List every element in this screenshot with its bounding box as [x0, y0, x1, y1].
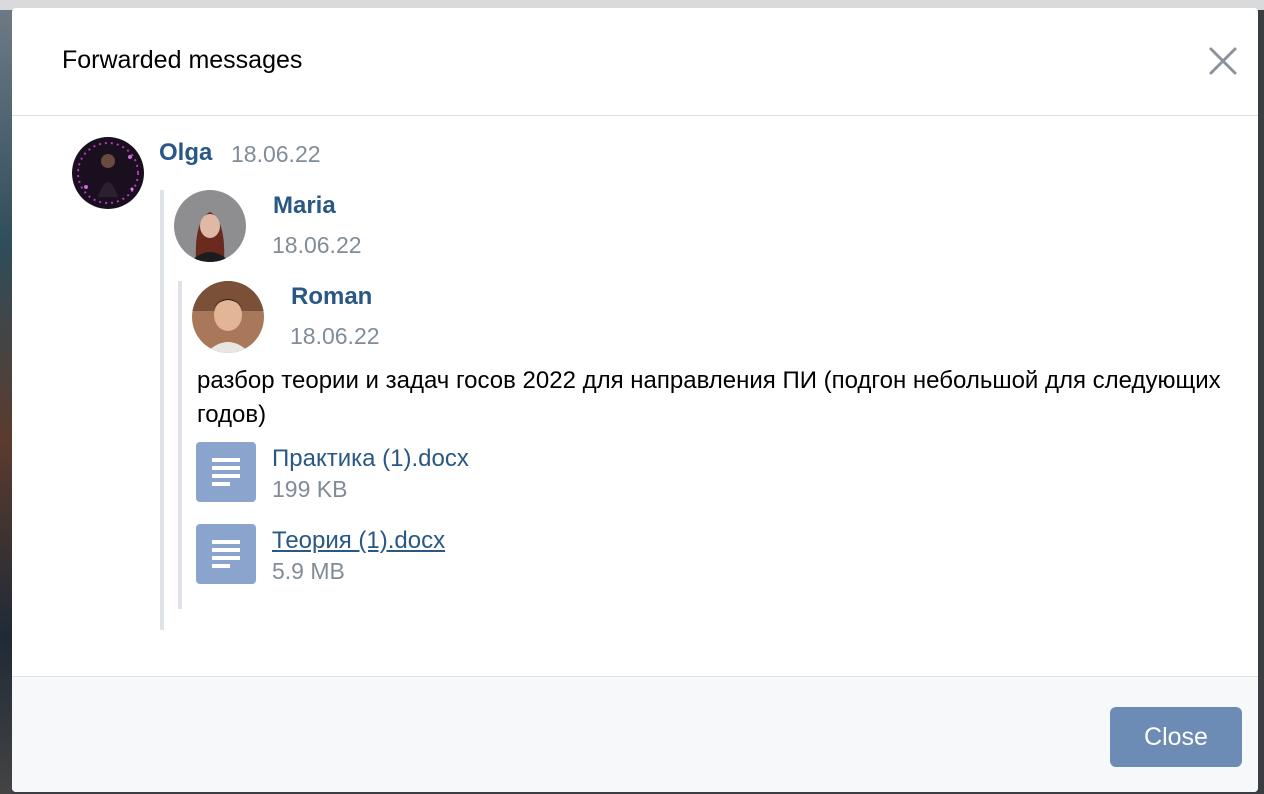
dialog-header: Forwarded messages: [12, 8, 1258, 116]
message-date: 18.06.22: [231, 141, 321, 167]
quote-bar: [160, 190, 164, 630]
avatar-maria[interactable]: [174, 190, 246, 262]
document-icon[interactable]: [196, 442, 256, 502]
close-icon[interactable]: [1208, 46, 1238, 76]
document-link[interactable]: Теория (1).docx: [272, 527, 445, 555]
document-size: 199 KB: [272, 476, 348, 502]
avatar-roman[interactable]: [192, 281, 264, 353]
quote-bar: [178, 281, 182, 609]
avatar-olga[interactable]: [72, 137, 144, 209]
author-name[interactable]: Roman: [291, 283, 372, 311]
message-date: 18.06.22: [290, 323, 380, 349]
document-icon[interactable]: [196, 524, 256, 584]
dialog-title: Forwarded messages: [62, 46, 303, 74]
forwarded-messages-dialog: Forwarded messages Olga 18.06.22 Maria 1…: [12, 8, 1258, 792]
dialog-footer: Close: [12, 676, 1258, 792]
background-sidebar: [0, 10, 12, 794]
message-text: разбор теории и задач госов 2022 для нап…: [197, 367, 1221, 428]
author-name[interactable]: Maria: [273, 192, 336, 220]
author-name[interactable]: Olga: [159, 139, 212, 167]
close-button[interactable]: Close: [1110, 707, 1242, 767]
document-link[interactable]: Практика (1).docx: [272, 445, 469, 473]
document-size: 5.9 MB: [272, 558, 345, 584]
message-date: 18.06.22: [272, 232, 362, 258]
